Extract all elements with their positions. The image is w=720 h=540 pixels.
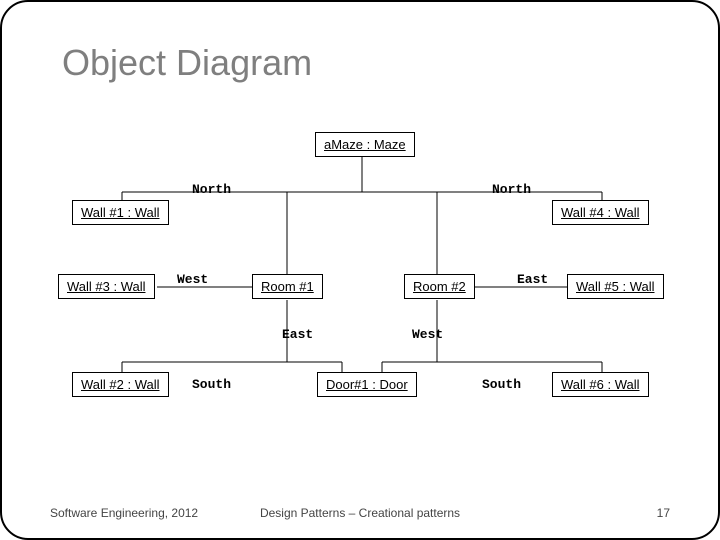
object-room2-label: Room #2 <box>413 279 466 294</box>
object-diagram: aMaze : Maze Wall #1 : Wall Wall #4 : Wa… <box>42 132 682 452</box>
object-wall2-label: Wall #2 : Wall <box>81 377 160 392</box>
object-room1: Room #1 <box>252 274 323 299</box>
object-wall5-label: Wall #5 : Wall <box>576 279 655 294</box>
object-wall5: Wall #5 : Wall <box>567 274 664 299</box>
object-door1-label: Door#1 : Door <box>326 377 408 392</box>
label-west: West <box>177 272 208 287</box>
slide-frame: Object Diagram <box>0 0 720 540</box>
label-east: East <box>517 272 548 287</box>
label-north-left: North <box>192 182 231 197</box>
label-south-right: South <box>482 377 521 392</box>
object-maze-label: aMaze : Maze <box>324 137 406 152</box>
object-door1: Door#1 : Door <box>317 372 417 397</box>
label-east2: East <box>282 327 313 342</box>
object-room1-label: Room #1 <box>261 279 314 294</box>
object-wall4: Wall #4 : Wall <box>552 200 649 225</box>
object-wall3: Wall #3 : Wall <box>58 274 155 299</box>
object-wall1: Wall #1 : Wall <box>72 200 169 225</box>
footer-page-number: 17 <box>657 506 670 520</box>
object-maze: aMaze : Maze <box>315 132 415 157</box>
label-west2: West <box>412 327 443 342</box>
object-wall4-label: Wall #4 : Wall <box>561 205 640 220</box>
object-wall1-label: Wall #1 : Wall <box>81 205 160 220</box>
object-wall6: Wall #6 : Wall <box>552 372 649 397</box>
object-wall3-label: Wall #3 : Wall <box>67 279 146 294</box>
footer-center: Design Patterns – Creational patterns <box>2 506 718 520</box>
object-wall2: Wall #2 : Wall <box>72 372 169 397</box>
label-south-left: South <box>192 377 231 392</box>
label-north-right: North <box>492 182 531 197</box>
slide-title: Object Diagram <box>62 42 312 84</box>
object-room2: Room #2 <box>404 274 475 299</box>
object-wall6-label: Wall #6 : Wall <box>561 377 640 392</box>
